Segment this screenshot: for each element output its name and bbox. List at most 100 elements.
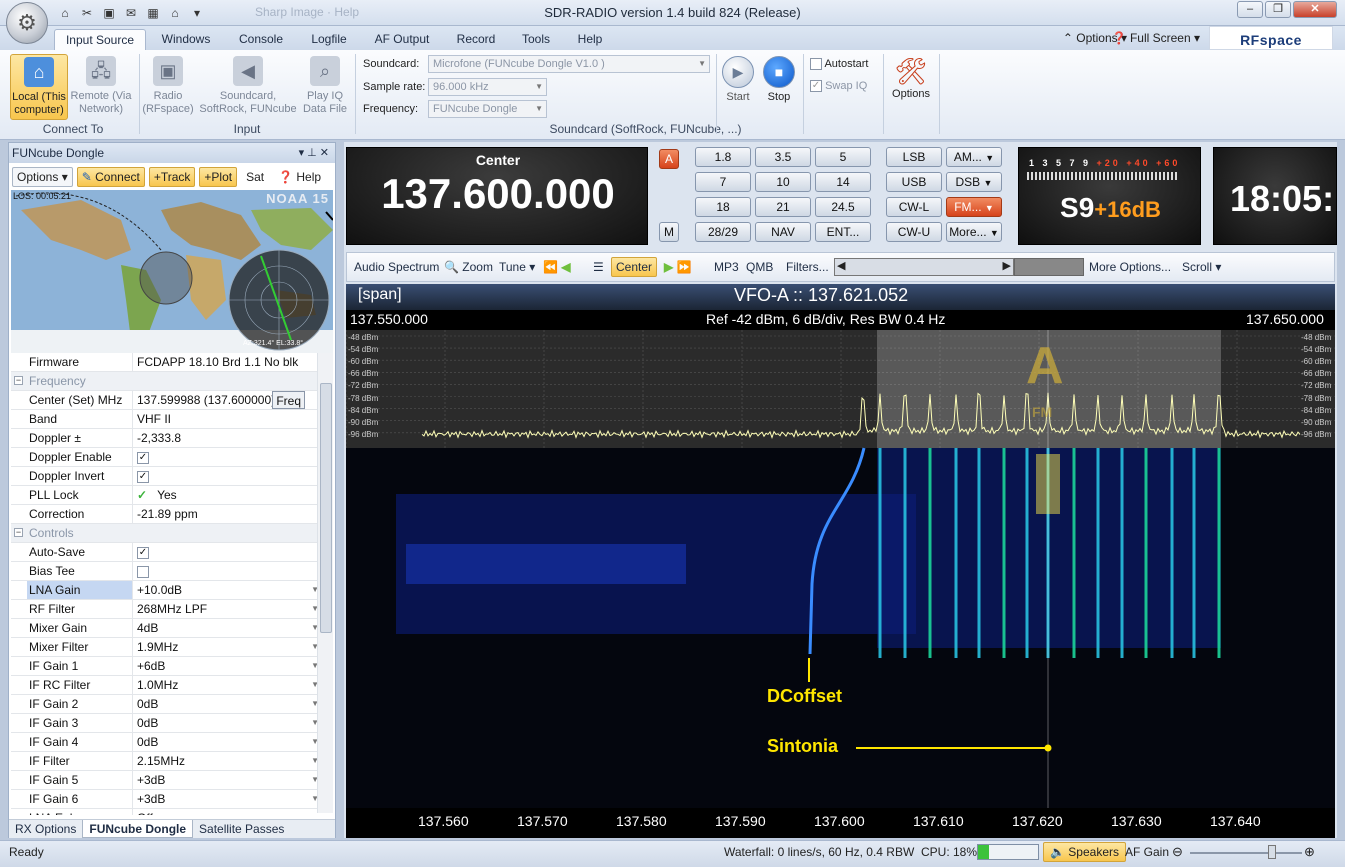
checkbox-icon[interactable]: ✓ bbox=[137, 451, 149, 464]
property-row[interactable]: IF RC Filter 1.0MHz ▼ bbox=[11, 676, 319, 695]
panel-options-button[interactable]: Options ▾ bbox=[12, 167, 73, 187]
qmb-button[interactable]: QMB bbox=[746, 260, 773, 274]
center-button[interactable]: Center bbox=[611, 257, 658, 277]
property-row[interactable]: IF Gain 1 +6dB ▼ bbox=[11, 657, 319, 676]
memory-button[interactable]: M bbox=[659, 222, 679, 242]
mode-button[interactable]: USB bbox=[886, 172, 942, 192]
band-button[interactable]: 5 bbox=[815, 147, 871, 167]
scroll-button[interactable]: Scroll ▾ bbox=[1182, 260, 1221, 274]
property-row[interactable]: IF Gain 3 0dB ▼ bbox=[11, 714, 319, 733]
forward-icon[interactable]: ▶ ⏩ bbox=[664, 260, 692, 274]
property-row[interactable]: Mixer Gain 4dB ▼ bbox=[11, 619, 319, 638]
mode-button[interactable]: AM... ▼ bbox=[946, 147, 1002, 167]
property-row[interactable]: IF Gain 5 +3dB ▼ bbox=[11, 771, 319, 790]
soundcard-select[interactable]: Microfone (FUNcube Dongle V1.0 ) ▼ bbox=[428, 55, 710, 73]
vfo-a-button[interactable]: A bbox=[659, 149, 679, 169]
scrollbar-thumb[interactable] bbox=[320, 383, 332, 633]
tab-rx-options[interactable]: RX Options bbox=[9, 820, 82, 838]
minimize-button[interactable]: – bbox=[1237, 1, 1263, 18]
property-row[interactable]: PLL Lock ✓ Yes bbox=[11, 486, 319, 505]
help-button[interactable]: ❓ Help bbox=[273, 167, 326, 187]
sample-rate-select[interactable]: 96.000 kHz ▼ bbox=[428, 78, 547, 96]
start-button[interactable]: ▶ Start bbox=[722, 56, 754, 103]
property-row[interactable]: LNA EnhanceOff▼ bbox=[11, 809, 319, 815]
property-row[interactable]: Bias Tee bbox=[11, 562, 319, 581]
pin-close-icon[interactable]: ▾ ⊥ ✕ bbox=[299, 143, 329, 163]
connect-button[interactable]: ✎ Connect bbox=[76, 167, 145, 187]
soundcard-button[interactable]: ◀ Soundcard, SoftRock, FUNcube bbox=[196, 54, 300, 120]
zoom-button[interactable]: 🔍 Zoom bbox=[444, 260, 493, 274]
band-button[interactable]: 7 bbox=[695, 172, 751, 192]
checkbox-icon[interactable]: ✓ bbox=[137, 470, 149, 483]
property-row[interactable]: RF Filter 268MHz LPF ▼ bbox=[11, 600, 319, 619]
property-row[interactable]: Center (Set) MHz 137.599988 (137.600000) F… bbox=[11, 391, 319, 410]
audio-spectrum-button[interactable]: Audio Spectrum bbox=[354, 260, 439, 274]
mode-button[interactable]: CW-U bbox=[886, 222, 942, 242]
speakers-button[interactable]: 🔈 Speakers bbox=[1043, 842, 1126, 862]
band-button[interactable]: 3.5 bbox=[755, 147, 811, 167]
tab-logfile[interactable]: Logfile bbox=[300, 29, 358, 50]
collapse-icon[interactable]: − bbox=[14, 528, 23, 537]
center-frequency-display[interactable]: Center 137.600.000 bbox=[346, 147, 648, 245]
property-row[interactable]: Mixer Filter 1.9MHz ▼ bbox=[11, 638, 319, 657]
property-row[interactable]: Correction -21.89 ppm bbox=[11, 505, 319, 524]
play-iq-button[interactable]: ⌕ Play IQ Data File bbox=[300, 54, 350, 120]
property-row[interactable]: Doppler Enable ✓ bbox=[11, 448, 319, 467]
af-gain-slider[interactable] bbox=[1190, 852, 1302, 854]
radio-rfspace-button[interactable]: ▣ Radio (RFspace) bbox=[142, 54, 194, 120]
property-row[interactable]: Firmware FCDAPP 18.10 Brd 1.1 No blk bbox=[11, 353, 319, 372]
tab-af-output[interactable]: AF Output bbox=[364, 29, 440, 50]
mode-button[interactable]: LSB bbox=[886, 147, 942, 167]
more-options-button[interactable]: More Options... bbox=[1089, 260, 1171, 274]
swap-iq-checkbox[interactable]: ✓ Swap IQ bbox=[810, 80, 867, 93]
property-row[interactable]: Doppler ± -2,333.8 bbox=[11, 429, 319, 448]
property-row[interactable]: IF Gain 6 +3dB ▼ bbox=[11, 790, 319, 809]
local-computer-button[interactable]: ⌂ Local (This computer) bbox=[10, 54, 68, 120]
app-menu-orb-icon[interactable]: ⚙ bbox=[6, 2, 48, 44]
filter-slider[interactable]: ◀ ▶ bbox=[834, 258, 1014, 276]
band-button[interactable]: 24.5 bbox=[815, 197, 871, 217]
full-screen-menu[interactable]: ❓ Full Screen ▾ bbox=[1112, 31, 1200, 45]
tune-button[interactable]: Tune ▾ bbox=[499, 260, 535, 274]
band-button[interactable]: 21 bbox=[755, 197, 811, 217]
band-button[interactable]: 10 bbox=[755, 172, 811, 192]
frequency-select[interactable]: FUNcube Dongle ▼ bbox=[428, 100, 547, 118]
property-row[interactable]: LNA Gain +10.0dB ▼ bbox=[11, 581, 319, 600]
tab-input-source[interactable]: Input Source bbox=[54, 29, 146, 50]
zoom-out-icon[interactable]: ⊖ bbox=[1172, 844, 1183, 860]
af-gain-thumb[interactable] bbox=[1268, 845, 1276, 859]
band-button[interactable]: 18 bbox=[695, 197, 751, 217]
filters-button[interactable]: Filters... bbox=[786, 260, 829, 274]
mode-button[interactable]: FM... ▼ bbox=[946, 197, 1002, 217]
remote-network-button[interactable]: 🖧 Remote (Via Network) bbox=[68, 54, 134, 120]
band-button[interactable]: 14 bbox=[815, 172, 871, 192]
property-row[interactable]: IF Filter 2.15MHz ▼ bbox=[11, 752, 319, 771]
tab-console[interactable]: Console bbox=[228, 29, 294, 50]
rewind-icon[interactable]: ⏪ ◀ bbox=[543, 260, 571, 274]
mode-button[interactable]: More... ▼ bbox=[946, 222, 1002, 242]
band-button[interactable]: 28/29 bbox=[695, 222, 751, 242]
tab-help[interactable]: Help bbox=[566, 29, 614, 50]
freq-button[interactable]: Freq bbox=[272, 391, 305, 409]
options-button[interactable]: 🛠 Options bbox=[888, 54, 934, 100]
band-button[interactable]: 1.8 bbox=[695, 147, 751, 167]
stop-button[interactable]: ■ Stop bbox=[763, 56, 795, 103]
band-button[interactable]: NAV bbox=[755, 222, 811, 242]
property-row[interactable]: IF Gain 2 0dB ▼ bbox=[11, 695, 319, 714]
tab-tools[interactable]: Tools bbox=[512, 29, 560, 50]
tab-satellite-passes[interactable]: Satellite Passes bbox=[193, 820, 290, 838]
satellite-map[interactable]: LOS: 00:05:21 NOAA 15 AZ:321.4° EL:33.8° bbox=[11, 190, 333, 353]
property-category[interactable]: − Controls bbox=[11, 524, 319, 543]
list-icon[interactable]: ☰ bbox=[593, 260, 604, 274]
tab-funcube-dongle[interactable]: FUNcube Dongle bbox=[82, 820, 194, 838]
autostart-checkbox[interactable]: Autostart bbox=[810, 58, 868, 71]
track-button[interactable]: +Track bbox=[148, 167, 196, 187]
property-scrollbar[interactable] bbox=[317, 353, 333, 813]
spectrum-waterfall[interactable]: [span] VFO-A :: 137.621.052 137.550.000 … bbox=[346, 284, 1335, 838]
property-row[interactable]: Doppler Invert ✓ bbox=[11, 467, 319, 486]
checkbox-icon[interactable] bbox=[137, 565, 149, 578]
property-row[interactable]: Auto-Save ✓ bbox=[11, 543, 319, 562]
mp3-button[interactable]: MP3 bbox=[714, 260, 739, 274]
collapse-icon[interactable]: − bbox=[14, 376, 23, 385]
property-category[interactable]: − Frequency bbox=[11, 372, 319, 391]
